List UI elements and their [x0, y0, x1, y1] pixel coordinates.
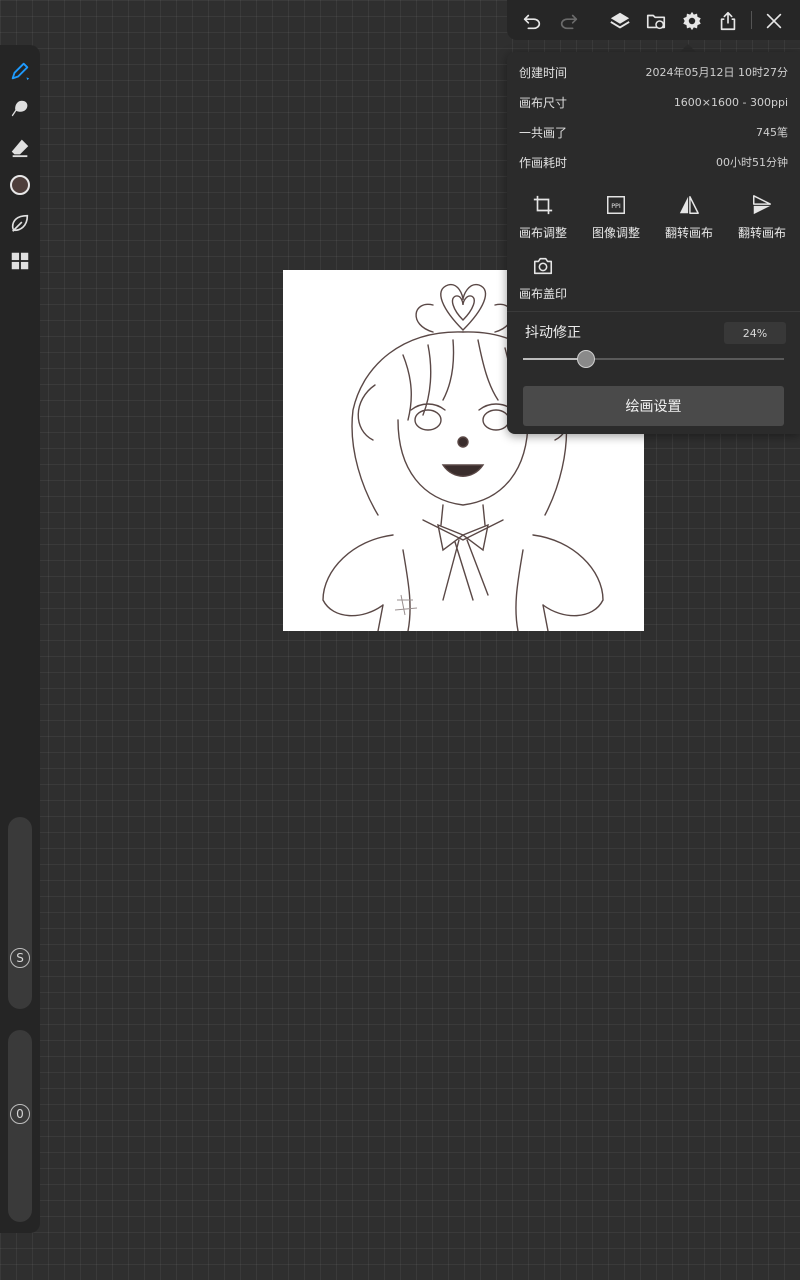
color-picker[interactable] — [6, 171, 34, 199]
flip-horizontal-icon — [679, 196, 699, 214]
canvas-stamp-label: 画布盖印 — [518, 287, 567, 301]
flip-vertical-icon — [753, 195, 771, 215]
grid-icon — [11, 252, 29, 270]
eraser-icon — [11, 139, 29, 158]
flip-horizontal-label: 翻转画布 — [664, 226, 713, 240]
flip-vertical-label: 翻转画布 — [737, 226, 786, 240]
time-label: 作画耗时 — [519, 155, 568, 170]
stabilizer-slider[interactable] — [523, 350, 784, 368]
brush-size-knob[interactable]: S — [10, 948, 30, 968]
info-row-size: 画布尺寸 1600×1600 - 300ppi — [519, 92, 788, 112]
drawing-settings-button[interactable]: 绘画设置 — [523, 386, 784, 426]
smudge-tool[interactable] — [6, 95, 34, 123]
leaf-icon — [11, 214, 29, 232]
smudge-icon — [11, 100, 28, 117]
flip-vertical-button[interactable]: 翻转画布 — [729, 193, 795, 249]
left-toolbar: S 0 — [0, 45, 40, 1233]
gallery-tool[interactable] — [6, 247, 34, 275]
liquify-tool[interactable] — [6, 209, 34, 237]
info-row-time: 作画耗时 00小时51分钟 — [519, 152, 788, 172]
share-button[interactable] — [715, 8, 741, 34]
flip-horizontal-button[interactable]: 翻转画布 — [656, 193, 722, 249]
image-adjust-button[interactable]: PPI 图像调整 — [583, 193, 649, 249]
brush-icon — [11, 62, 30, 81]
strokes-value: 745笔 — [756, 126, 788, 139]
eraser-tool[interactable] — [6, 133, 34, 161]
brush-opacity-slider[interactable]: 0 — [8, 1030, 32, 1222]
undo-button[interactable] — [519, 8, 545, 34]
layers-button[interactable] — [607, 8, 633, 34]
ppi-icon: PPI — [607, 196, 625, 214]
stabilizer-value[interactable]: 24% — [724, 322, 786, 344]
folder-icon — [646, 14, 666, 30]
settings-button-toolbar[interactable] — [679, 8, 705, 34]
layers-icon — [610, 12, 630, 29]
gear-icon — [683, 11, 701, 31]
crop-icon — [533, 195, 553, 215]
camera-icon — [533, 257, 553, 275]
canvas-adjust-button[interactable]: 画布调整 — [510, 193, 576, 249]
panel-divider — [507, 311, 800, 312]
ppi-text: PPI — [611, 202, 621, 210]
close-button[interactable] — [761, 8, 787, 34]
stabilizer-thumb[interactable] — [577, 350, 595, 368]
brush-tool[interactable] — [6, 57, 34, 85]
undo-icon — [523, 14, 541, 30]
canvas-info-panel: 创建时间 2024年05月12日 10时27分 画布尺寸 1600×1600 -… — [507, 52, 800, 434]
current-color-swatch — [10, 175, 30, 195]
image-adjust-label: 图像调整 — [591, 226, 640, 240]
redo-button[interactable] — [556, 8, 582, 34]
time-value: 00小时51分钟 — [716, 156, 788, 169]
brush-size-slider[interactable]: S — [8, 817, 32, 1009]
share-icon — [720, 11, 736, 31]
size-value: 1600×1600 - 300ppi — [673, 95, 788, 109]
import-button[interactable] — [643, 8, 669, 34]
brush-opacity-label: 0 — [16, 1107, 24, 1121]
redo-icon — [560, 14, 578, 30]
strokes-label: 一共画了 — [519, 125, 568, 140]
top-toolbar — [507, 0, 800, 40]
info-row-strokes: 一共画了 745笔 — [519, 122, 788, 142]
stabilizer-label: 抖动修正 — [525, 325, 581, 341]
info-row-created: 创建时间 2024年05月12日 10时27分 — [519, 62, 788, 82]
created-label: 创建时间 — [519, 65, 568, 80]
canvas-adjust-label: 画布调整 — [518, 226, 567, 240]
brush-opacity-knob[interactable]: 0 — [10, 1104, 30, 1124]
toolbar-divider — [751, 11, 752, 29]
size-label: 画布尺寸 — [519, 95, 568, 110]
canvas-stamp-button[interactable]: 画布盖印 — [510, 254, 576, 310]
close-icon — [766, 13, 782, 29]
brush-size-label: S — [16, 951, 24, 965]
created-value: 2024年05月12日 10时27分 — [645, 66, 788, 79]
